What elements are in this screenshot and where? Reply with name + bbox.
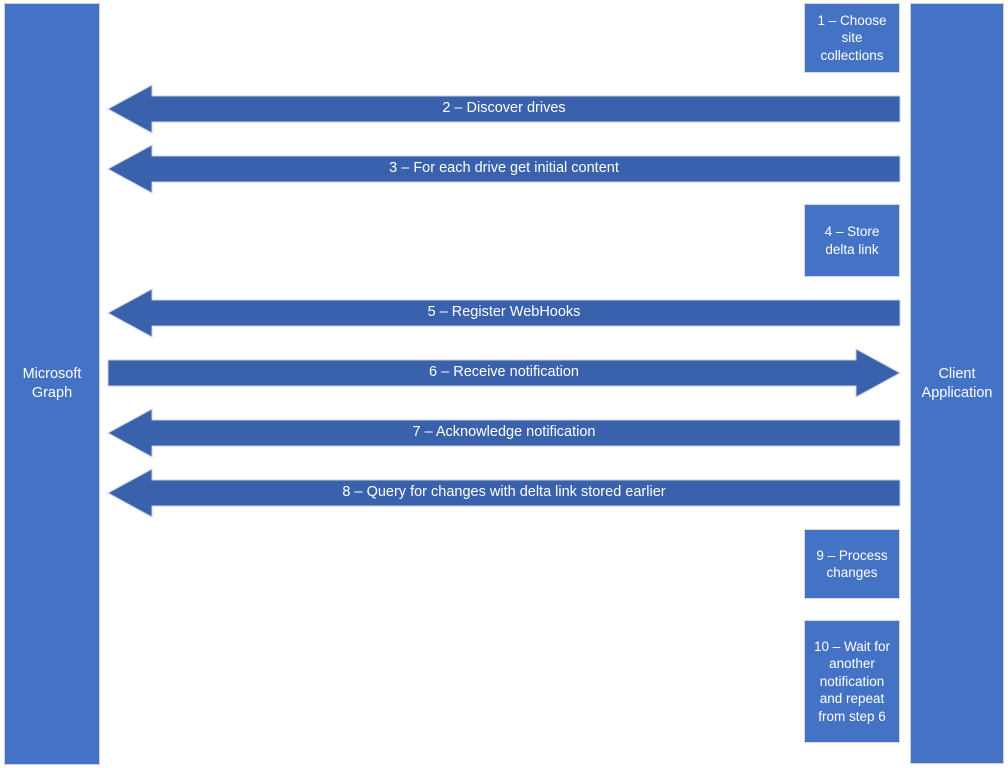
process-box-step-1-label: 1 – Choose site collections [817,12,887,63]
process-box-step-9: 9 – Process changes [804,529,900,599]
process-box-step-4: 4 – Store delta link [804,204,900,277]
message-arrow-step-3: 3 – For each drive get initial content [106,144,901,194]
process-box-step-10-label: 10 – Wait for another notification and r… [813,638,891,724]
message-arrow-step-5: 5 – Register WebHooks [106,288,901,338]
actor-microsoft-graph-label: Microsoft Graph [22,366,82,401]
sequence-diagram-canvas: Microsoft Graph Client Application 1 – C… [0,0,1008,768]
message-arrow-step-8: 8 – Query for changes with delta link st… [106,468,901,518]
actor-client-application: Client Application [910,3,1004,764]
message-arrow-step-6: 6 – Receive notification [107,348,902,398]
process-box-step-1: 1 – Choose site collections [804,3,900,73]
message-arrow-step-2: 2 – Discover drives [106,84,901,134]
message-arrow-step-7: 7 – Acknowledge notification [106,408,901,458]
actor-microsoft-graph: Microsoft Graph [4,3,100,765]
process-box-step-10: 10 – Wait for another notification and r… [804,620,900,743]
process-box-step-9-label: 9 – Process changes [816,547,888,581]
actor-client-application-label: Client Application [921,365,993,401]
process-box-step-4-label: 4 – Store delta link [824,224,880,257]
